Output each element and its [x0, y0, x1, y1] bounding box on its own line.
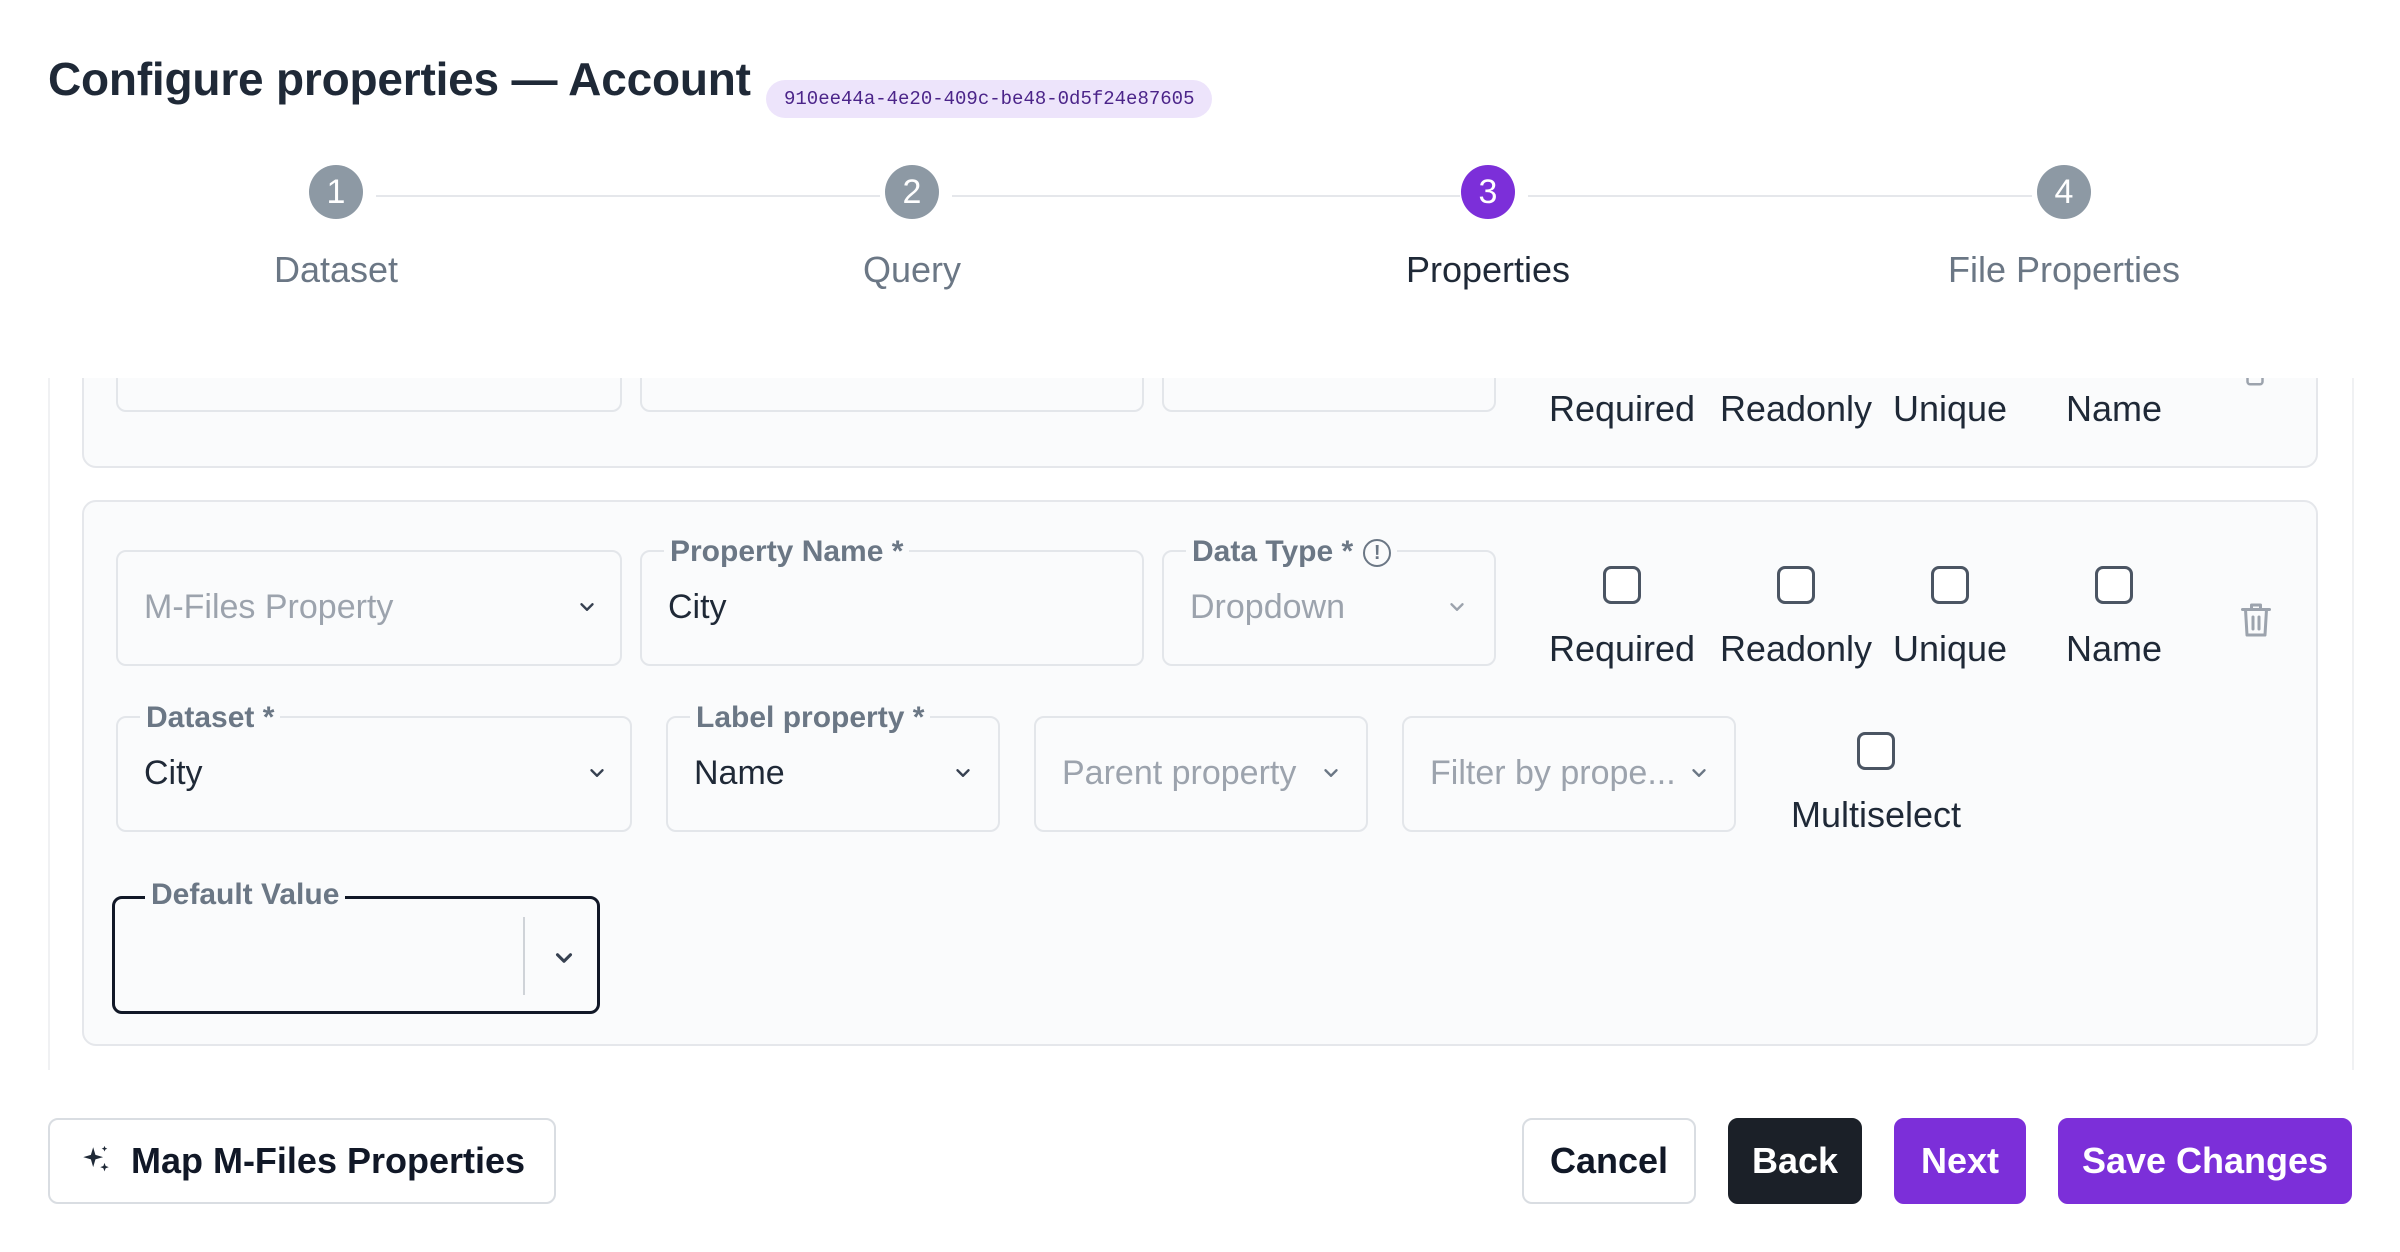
mfiles-property-select[interactable]: M-Files Property: [116, 550, 622, 666]
label-property-value: Name: [694, 754, 785, 792]
checkbox-required[interactable]: Required: [1542, 566, 1702, 670]
checkbox-multiselect[interactable]: Multiselect: [1776, 732, 1976, 836]
step-number: 1: [309, 165, 363, 219]
mfiles-property-select[interactable]: [116, 378, 622, 412]
checkbox-label: Readonly: [1719, 628, 1873, 669]
checkbox-label: Required: [1548, 388, 1696, 429]
default-value-label: Default Value: [145, 877, 346, 913]
chevron-down-icon[interactable]: [551, 945, 577, 971]
data-type-label: Data Type *!: [1186, 535, 1398, 568]
step-properties[interactable]: 3 Properties: [1338, 165, 1638, 291]
mfiles-property-placeholder: M-Files Property: [144, 588, 394, 626]
chevron-down-icon: [1446, 596, 1468, 618]
checkbox-unique[interactable]: Unique: [1870, 566, 2030, 670]
chevron-down-icon: [952, 762, 974, 784]
step-label: Properties: [1405, 249, 1571, 290]
info-icon[interactable]: !: [1363, 539, 1392, 567]
checkbox-unique[interactable]: Unique: [1870, 378, 2030, 430]
dataset-label: Dataset *: [140, 702, 281, 734]
data-type-value: Dropdown: [1190, 588, 1345, 626]
step-label: Dataset: [273, 249, 399, 290]
data-type-label-text: Data Type *: [1192, 535, 1354, 568]
map-button-label: Map M-Files Properties: [130, 1140, 526, 1181]
cancel-button[interactable]: Cancel: [1522, 1118, 1696, 1204]
parent-property-select[interactable]: Parent property: [1034, 716, 1368, 832]
map-mfiles-properties-button[interactable]: Map M-Files Properties: [48, 1118, 556, 1204]
filter-by-property-select[interactable]: Filter by prope...: [1402, 716, 1736, 832]
default-value-select[interactable]: Default Value: [112, 877, 600, 1014]
chevron-down-icon: [576, 596, 598, 618]
next-button[interactable]: Next: [1894, 1118, 2026, 1204]
trash-icon[interactable]: [2240, 378, 2270, 388]
property-name-input[interactable]: Property Name * City: [640, 536, 1144, 666]
checkbox-box[interactable]: [1603, 566, 1641, 604]
id-badge: 910ee44a-4e20-409c-be48-0d5f24e87605: [766, 80, 1213, 118]
checkbox-required[interactable]: Required: [1542, 378, 1702, 430]
dataset-value: City: [144, 754, 203, 792]
checkbox-box[interactable]: [1931, 566, 1969, 604]
stepper: 1 Dataset 2 Query 3 Properties 4 File Pr…: [0, 165, 2400, 315]
sparkle-icon: [83, 1145, 109, 1172]
checkbox-label: Required: [1548, 628, 1696, 669]
checkbox-box[interactable]: [1777, 566, 1815, 604]
filter-by-property-placeholder: Filter by prope...: [1430, 754, 1676, 792]
property-name-value: City: [668, 588, 727, 626]
checkbox-label: Name: [2065, 388, 2163, 429]
configure-properties-dialog: Configure properties — Account 910ee44a-…: [0, 0, 2400, 1252]
property-name-input[interactable]: [640, 378, 1144, 412]
select-divider: [523, 917, 525, 995]
checkbox-label: Unique: [1892, 388, 2008, 429]
checkbox-name[interactable]: Name: [2034, 378, 2194, 430]
step-number: 4: [2037, 165, 2091, 219]
checkbox-label: Name: [2065, 628, 2163, 669]
checkbox-readonly[interactable]: Readonly: [1716, 378, 1876, 430]
property-card-previous: Required Readonly Unique Name: [82, 378, 2318, 468]
step-file-properties[interactable]: 4 File Properties: [1914, 165, 2214, 291]
checkbox-readonly[interactable]: Readonly: [1716, 566, 1876, 670]
save-changes-button[interactable]: Save Changes: [2058, 1118, 2352, 1204]
checkbox-name[interactable]: Name: [2034, 566, 2194, 670]
checkbox-box[interactable]: [1857, 732, 1895, 770]
dataset-select[interactable]: Dataset * City: [116, 702, 632, 832]
data-type-select[interactable]: Data Type *! Dropdown: [1162, 536, 1496, 666]
checkbox-box[interactable]: [2095, 566, 2133, 604]
trash-icon[interactable]: [2238, 600, 2274, 640]
parent-property-placeholder: Parent property: [1062, 754, 1297, 792]
dialog-title: Configure properties — Account: [48, 53, 751, 105]
checkbox-label: Readonly: [1719, 388, 1873, 429]
step-query[interactable]: 2 Query: [762, 165, 1062, 291]
label-property-label: Label property *: [690, 702, 931, 734]
data-type-select[interactable]: [1162, 378, 1496, 412]
properties-scroll-area[interactable]: Required Readonly Unique Name M-Files Pr…: [0, 378, 2400, 1070]
chevron-down-icon: [1320, 762, 1342, 784]
step-number: 2: [885, 165, 939, 219]
step-number: 3: [1461, 165, 1515, 219]
step-label: Query: [862, 249, 962, 290]
chevron-down-icon: [586, 762, 608, 784]
checkbox-label: Unique: [1892, 628, 2008, 669]
checkbox-label: Multiselect: [1790, 794, 1962, 835]
label-property-select[interactable]: Label property * Name: [666, 702, 1000, 832]
step-label: File Properties: [1947, 249, 2181, 290]
property-name-label: Property Name *: [664, 536, 910, 568]
step-dataset[interactable]: 1 Dataset: [186, 165, 486, 291]
back-button[interactable]: Back: [1728, 1118, 1862, 1204]
chevron-down-icon: [1688, 762, 1710, 784]
